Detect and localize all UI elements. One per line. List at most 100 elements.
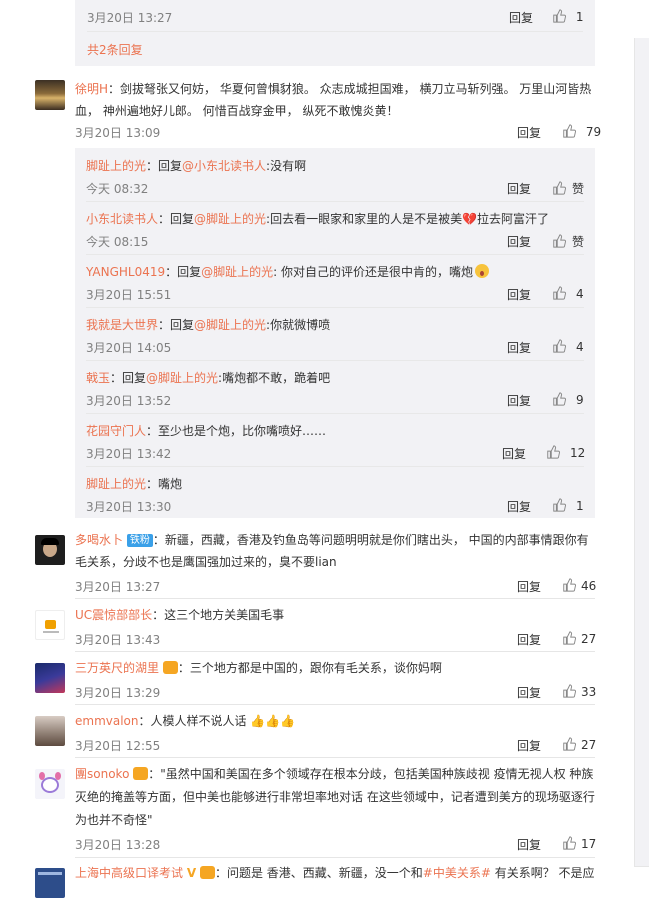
like-count: 赞 — [572, 182, 585, 196]
reply-body: YANGHL0419：回复@脚趾上的光: 你对自己的评价还是很中肯的，嘴炮 — [86, 263, 490, 280]
thumbs-up-icon — [553, 286, 566, 300]
yawn-emoji-icon — [475, 264, 490, 278]
like-button[interactable]: 27 — [562, 631, 596, 646]
thumbs-up-icon — [563, 684, 576, 698]
comment-author[interactable]: 團sonoko — [75, 767, 129, 781]
like-button[interactable]: 12 — [546, 445, 585, 460]
comment-body: 多喝水卜 铁粉 ：新疆，西藏，香港及钓鱼岛等问题明明就是你们瞎出头， 中国的内部事… — [75, 529, 595, 573]
thumbs-up-emoji-icon: 👍👍👍 — [250, 714, 296, 728]
like-button[interactable]: 9 — [552, 392, 584, 407]
comment-text: ：三个地方都是中国的，跟你有毛关系，谈你妈啊 — [177, 661, 442, 675]
like-button[interactable]: 46 — [562, 578, 596, 593]
comment-text: ：问题是 香港、西藏、新疆，没一个和 — [214, 866, 423, 880]
comment-body: UC震惊部部长：这三个地方关美国毛事 — [75, 604, 284, 626]
mention-link[interactable]: @小东北读书人 — [182, 159, 266, 173]
divider — [86, 466, 584, 467]
like-button[interactable]: 赞 — [552, 233, 584, 250]
reply-button[interactable]: 回复 — [517, 124, 541, 141]
like-button[interactable]: 27 — [562, 737, 596, 752]
thumbs-up-icon — [563, 631, 576, 645]
like-button[interactable]: 赞 — [552, 180, 584, 197]
reply-author[interactable]: 我就是大世界 — [86, 318, 158, 332]
vip-badge-icon — [199, 866, 215, 879]
avatar[interactable] — [35, 80, 65, 110]
comment-time: 3月20日 13:29 — [75, 686, 161, 700]
divider — [75, 651, 595, 652]
divider — [86, 413, 584, 414]
comment-author[interactable]: 三万英尺的湖里 — [75, 661, 159, 675]
verified-v-icon: V — [186, 866, 197, 880]
comment-body: 團sonoko ："虽然中国和美国在多个领域存在根本分歧，包括美国种族歧视 疫情… — [75, 763, 595, 832]
avatar[interactable] — [35, 769, 65, 799]
comment-text: ：新疆，西藏，香港及钓鱼岛等问题明明就是你们瞎出头， 中国的内部事情跟你有毛关系… — [75, 533, 589, 569]
reply-text: ：嘴炮 — [146, 477, 183, 491]
divider — [75, 857, 595, 858]
comment-author[interactable]: 上海中高级口译考试 — [75, 866, 183, 880]
reply-button[interactable]: 回复 — [517, 684, 541, 701]
comment-text: ：剑拔弩张又何妨， 华夏何曾惧豺狼。 众志成城担国难， 横刀立马斩列强。 万里山… — [75, 82, 592, 118]
reply-button[interactable]: 回复 — [507, 339, 531, 356]
reply-button[interactable]: 回复 — [517, 631, 541, 648]
nested-reply-block — [75, 148, 595, 518]
avatar[interactable] — [35, 716, 65, 746]
reply-text: :嘴炮都不敢，跪着吧 — [218, 371, 331, 385]
reply-body: 花园守门人：至少也是个炮，比你嘴喷好…… — [86, 422, 326, 439]
reply-author[interactable]: 脚趾上的光 — [86, 477, 146, 491]
reply-button[interactable]: 回复 — [507, 286, 531, 303]
comment-body: 上海中高级口译考试 V ：问题是 香港、西藏、新疆，没一个和#中美关系# 有关系… — [75, 866, 595, 880]
reply-body: 脚趾上的光：回复@小东北读书人:没有啊 — [86, 159, 307, 173]
reply-button[interactable]: 回复 — [507, 498, 531, 515]
avatar[interactable] — [35, 868, 65, 898]
divider — [86, 254, 584, 255]
reply-text: :回去看一眼家和家里的人是不是被美💔拉去阿富汗了 — [266, 212, 550, 226]
reply-body: 我就是大世界：回复@脚趾上的光:你就微博喷 — [86, 318, 331, 332]
avatar[interactable] — [35, 610, 65, 640]
comment-text: ：这三个地方关美国毛事 — [152, 608, 285, 622]
nested-reply-block: 3月20日 13:27 回复 1 共2条回复 — [75, 0, 595, 66]
reply-author[interactable]: YANGHL0419 — [86, 265, 165, 279]
comment-author[interactable]: 多喝水卜 — [75, 533, 123, 547]
like-count: 4 — [576, 287, 584, 301]
mention-link[interactable]: @脚趾上的光 — [146, 371, 218, 385]
reply-button[interactable]: 回复 — [517, 836, 541, 853]
like-button[interactable]: 79 — [562, 124, 601, 139]
reply-button[interactable]: 回复 — [507, 180, 531, 197]
like-button[interactable]: 33 — [562, 684, 596, 699]
reply-time: 今天 08:32 — [86, 182, 149, 196]
like-count: 1 — [575, 10, 584, 24]
comment-author[interactable]: UC震惊部部长 — [75, 608, 152, 622]
mention-link[interactable]: @脚趾上的光 — [194, 212, 266, 226]
like-button[interactable]: 1 — [552, 9, 583, 24]
comment-author[interactable]: 徐明H — [75, 82, 108, 96]
reply-author[interactable]: 戟玉 — [86, 371, 110, 385]
total-replies-link[interactable]: 共2条回复 — [87, 41, 143, 58]
thumbs-up-icon — [563, 578, 576, 592]
reply-button[interactable]: 回复 — [517, 737, 541, 754]
reply-button[interactable]: 回复 — [507, 392, 531, 409]
like-count: 17 — [581, 837, 597, 851]
reply-author[interactable]: 小东北读书人 — [86, 212, 158, 226]
reply-time: 3月20日 13:27 — [87, 11, 173, 25]
comment-author[interactable]: emmvalon — [75, 714, 139, 728]
reply-body: 小东北读书人：回复@脚趾上的光:回去看一眼家和家里的人是不是被美💔拉去阿富汗了 — [86, 212, 550, 226]
like-button[interactable]: 4 — [552, 286, 584, 301]
comment-time: 3月20日 12:55 — [75, 739, 161, 753]
reply-button[interactable]: 回复 — [507, 233, 531, 250]
reply-author[interactable]: 脚趾上的光 — [86, 159, 146, 173]
hashtag-link[interactable]: #中美关系# — [423, 866, 491, 880]
avatar[interactable] — [35, 535, 65, 565]
reply-button[interactable]: 回复 — [517, 578, 541, 595]
comment-time: 3月20日 13:27 — [75, 580, 161, 594]
reply-button[interactable]: 回复 — [502, 445, 526, 462]
avatar[interactable] — [35, 663, 65, 693]
mention-link[interactable]: @脚趾上的光 — [201, 265, 273, 279]
reply-button[interactable]: 回复 — [509, 9, 533, 26]
thumbs-up-icon — [553, 392, 566, 406]
mention-link[interactable]: @脚趾上的光 — [194, 318, 266, 332]
like-button[interactable]: 4 — [552, 339, 584, 354]
like-button[interactable]: 1 — [552, 498, 584, 513]
like-button[interactable]: 17 — [562, 836, 596, 851]
thumbs-up-icon — [563, 737, 576, 751]
reply-text: : 你对自己的评价还是很中肯的，嘴炮 — [273, 265, 474, 279]
reply-author[interactable]: 花园守门人 — [86, 424, 146, 438]
